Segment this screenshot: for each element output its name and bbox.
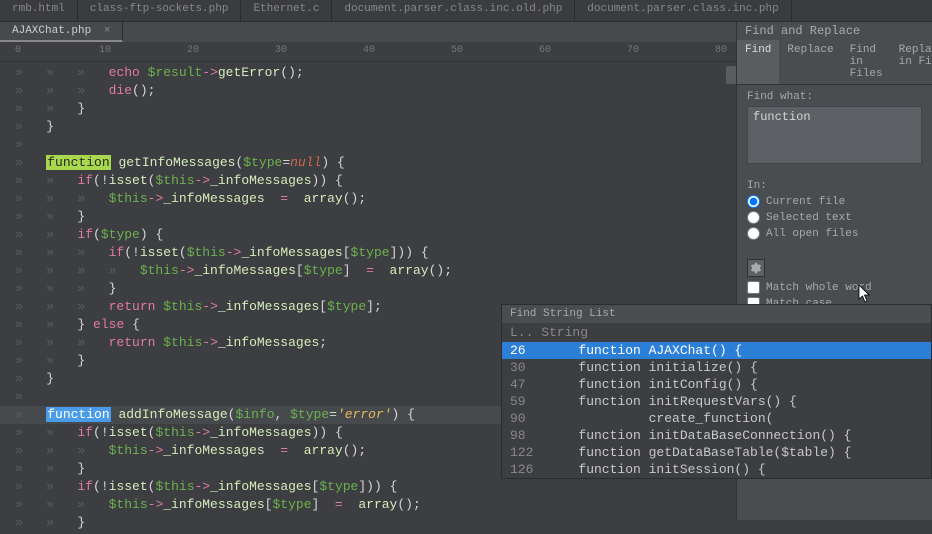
code-line[interactable]: » » » echo $result->getError(); [0,64,736,82]
tab-file[interactable]: document.parser.class.inc.old.php [332,0,575,21]
tab-file[interactable]: document.parser.class.inc.php [575,0,791,21]
code-line[interactable]: » [0,136,736,154]
panel-title: Find and Replace [737,22,932,40]
find-result-row[interactable]: 30 function initialize() { [502,359,931,376]
code-line[interactable]: » » » » $this->_infoMessages[$type] = ar… [0,262,736,280]
code-line[interactable]: » » if($type) { [0,226,736,244]
find-tab-replace[interactable]: Replace [779,40,841,84]
code-line[interactable]: » » » $this->_infoMessages = array(); [0,190,736,208]
code-line[interactable]: » » } [0,208,736,226]
find-what-input[interactable] [747,106,922,164]
code-line[interactable]: » } [0,118,736,136]
find-tab-find[interactable]: Find [737,40,779,84]
tab-file[interactable]: rmb.html [0,0,78,21]
find-in-label: In: [747,180,922,192]
code-line[interactable]: » » » $this->_infoMessages[$type] = arra… [0,496,736,514]
code-line[interactable]: » » » if(!isset($this->_infoMessages[$ty… [0,244,736,262]
code-line[interactable]: » » } [0,100,736,118]
code-line[interactable]: » » } [0,514,736,532]
close-icon[interactable]: × [104,25,111,37]
find-result-row[interactable]: 47 function initConfig() { [502,376,931,393]
find-result-row[interactable]: 126 function initSession() { [502,461,931,478]
code-line[interactable]: » » if(!isset($this->_infoMessages[$type… [0,478,736,496]
find-tab-replaceinfiles[interactable]: Replace in Fil [891,40,932,84]
mouse-cursor-icon [858,285,872,303]
code-line[interactable]: » » » } [0,280,736,298]
find-result-row[interactable]: 122 function getDataBaseTable($table) { [502,444,931,461]
inactive-tabs-row: rmb.html class-ftp-sockets.php Ethernet.… [0,0,932,22]
gear-icon[interactable] [747,259,765,277]
tab-file[interactable]: class-ftp-sockets.php [78,0,242,21]
find-result-row[interactable]: 59 function initRequestVars() { [502,393,931,410]
find-result-row[interactable]: 26 function AJAXChat() { [502,342,931,359]
scope-all-open-files[interactable]: All open files [747,227,922,240]
code-line[interactable]: » » » die(); [0,82,736,100]
code-line[interactable]: » » if(!isset($this->_infoMessages)) { [0,172,736,190]
find-result-row[interactable]: 98 function initDataBaseConnection() { [502,427,931,444]
tab-active[interactable]: AJAXChat.php × [0,22,123,42]
find-tab-findinfiles[interactable]: Find in Files [842,40,891,84]
scope-selected-text[interactable]: Selected text [747,211,922,224]
tab-file[interactable]: Ethernet.c [241,0,332,21]
column-ruler: 0 10 20 30 40 50 60 70 80 [0,42,736,62]
find-what-label: Find what: [747,91,922,103]
code-line[interactable]: » function getInfoMessages($type=null) { [0,154,736,172]
find-list-title: Find String List [502,305,931,323]
find-string-list-panel: Find String List L.. String 26 function … [501,304,932,479]
find-list-header: L.. String [502,323,931,342]
tab-label: AJAXChat.php [12,25,91,37]
opt-whole-word[interactable]: Match whole word [747,281,922,294]
find-result-row[interactable]: 90 create_function( [502,410,931,427]
scope-current-file[interactable]: Current file [747,195,922,208]
